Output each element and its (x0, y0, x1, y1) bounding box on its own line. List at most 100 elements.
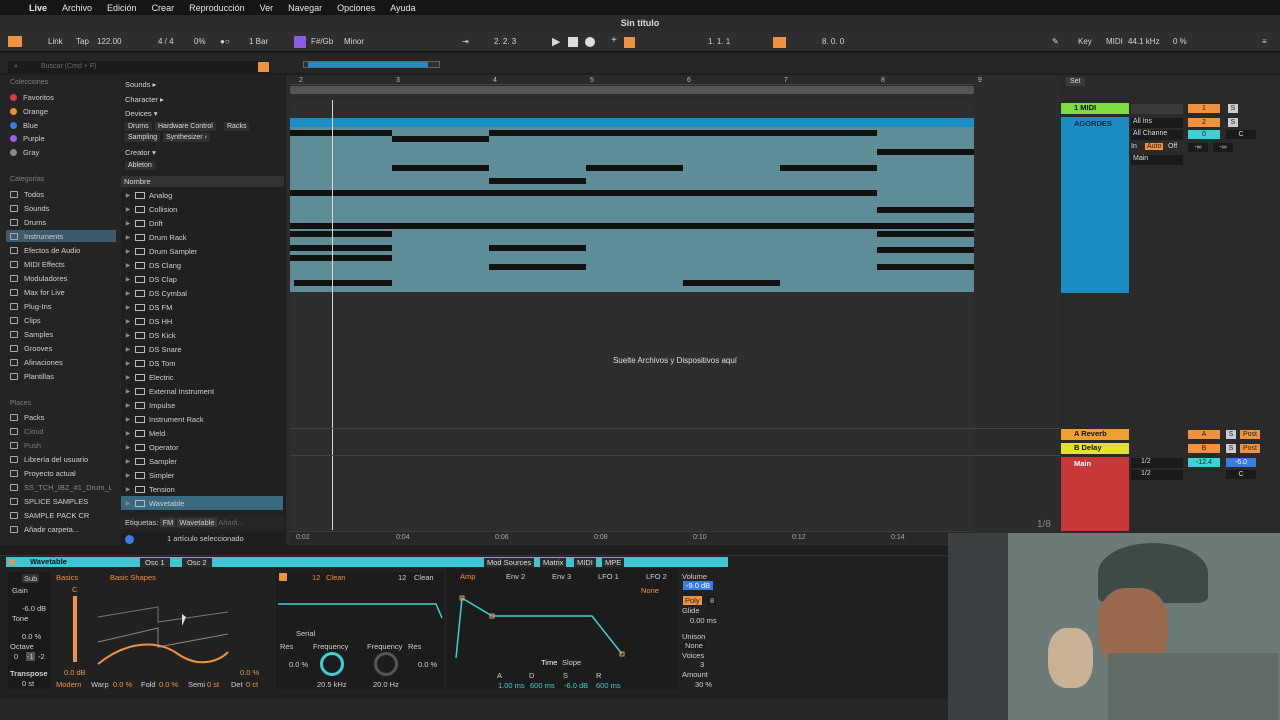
signature-field[interactable]: 4 / 4 (158, 37, 174, 46)
midi-note[interactable] (877, 247, 974, 253)
overdub-icon[interactable]: + (611, 35, 617, 46)
collection-orange[interactable]: Orange (10, 107, 120, 116)
midi-note[interactable] (290, 223, 392, 229)
transpose-value[interactable]: 0 st (22, 679, 34, 688)
expand-arrow-icon[interactable]: ▶ (121, 276, 131, 283)
list-item[interactable]: ▶ DS Kick (121, 328, 283, 342)
solo-return-a[interactable]: S (1226, 430, 1236, 439)
list-item[interactable]: ▶ Simpler (121, 468, 283, 482)
record-icon[interactable] (585, 37, 595, 47)
return-a-reverb[interactable]: A Reverb (1061, 429, 1129, 440)
info-icon[interactable] (125, 535, 134, 544)
tag-synthesizer[interactable]: Synthesizer › (163, 133, 210, 142)
set-button[interactable]: Set (1066, 77, 1085, 86)
output-select[interactable]: Main (1131, 155, 1183, 165)
tab-mod-sources[interactable]: Mod Sources (484, 558, 535, 567)
menu-navegar[interactable]: Navegar (288, 3, 322, 13)
category-instruments[interactable]: Instruments (6, 230, 116, 242)
attack-value[interactable]: 1.00 ms (498, 681, 525, 690)
track-1-number[interactable]: 1 (1188, 104, 1220, 113)
fold-value[interactable]: 0.0 % (159, 680, 178, 689)
midi-map-button[interactable]: MIDI (1106, 37, 1123, 46)
track-1-midi[interactable]: 1 MIDI (1061, 103, 1129, 114)
midi-note[interactable] (586, 190, 683, 196)
midi-note[interactable] (489, 245, 586, 251)
place-current-project[interactable]: Proyecto actual (10, 469, 120, 478)
collection-gray[interactable]: Gray (10, 148, 120, 157)
glide-value[interactable]: 0.00 ms (690, 616, 717, 625)
list-item[interactable]: ▶ DS Clang (121, 258, 283, 272)
tag-add[interactable]: Añadi... (218, 518, 243, 527)
filter-routing[interactable]: Serial (296, 629, 315, 638)
list-item-selected[interactable]: ▶ Wavetable (121, 496, 283, 510)
solo-button-2[interactable]: S (1228, 118, 1238, 127)
filter-devices[interactable]: Devices ▾ (125, 109, 158, 118)
freq2-value[interactable]: 20.0 Hz (373, 680, 399, 689)
stop-icon[interactable] (568, 37, 578, 47)
midi-clip[interactable] (290, 127, 974, 292)
osc-gain-fader[interactable] (73, 596, 77, 662)
category-audio-effects[interactable]: Efectos de Audio (10, 246, 120, 255)
amount-value[interactable]: 30 % (695, 680, 712, 689)
midi-note[interactable] (586, 165, 683, 171)
channel-select[interactable]: All Channe (1131, 130, 1183, 140)
volume-value[interactable]: -9.0 dB (683, 581, 714, 590)
midi-note[interactable] (780, 130, 877, 136)
track-pan[interactable]: C (1226, 130, 1256, 139)
tab-osc1[interactable]: Osc 1 (140, 558, 170, 567)
tab-amp[interactable]: Amp (460, 572, 475, 581)
freq-knob[interactable] (320, 652, 344, 676)
post-button-b[interactable]: Post (1240, 444, 1260, 453)
expand-arrow-icon[interactable]: ▶ (121, 290, 131, 297)
place-push[interactable]: Push (10, 441, 120, 450)
category-drums[interactable]: Drums (10, 218, 120, 227)
device-power-icon[interactable] (9, 559, 15, 565)
sub-label[interactable]: Sub (22, 574, 40, 583)
tab-env3[interactable]: Env 3 (552, 572, 571, 581)
return-a-button[interactable]: A (1188, 430, 1220, 439)
octave-minus1[interactable]: -1 (26, 652, 35, 661)
expand-arrow-icon[interactable]: ▶ (121, 500, 131, 507)
loop-start[interactable]: 1. 1. 1 (708, 37, 730, 46)
time-ruler[interactable]: 0:02 0:04 0:06 0:08 0:10 0:12 0:14 (290, 531, 974, 543)
midi-note[interactable] (877, 264, 974, 270)
menu-archivo[interactable]: Archivo (62, 3, 92, 13)
list-item[interactable]: ▶ Analog (121, 188, 283, 202)
play-icon[interactable]: ▶ (552, 35, 560, 48)
tag-fm[interactable]: FM (160, 518, 176, 527)
filter2-slope[interactable]: 12 (398, 573, 406, 582)
place-user-library[interactable]: Librería del usuario (10, 455, 120, 464)
octave-minus2[interactable]: -2 (38, 652, 45, 661)
tag-wavetable[interactable]: Wavetable (177, 518, 217, 527)
poly-button[interactable]: Poly (683, 596, 702, 605)
midi-note[interactable] (780, 223, 877, 229)
tag-sampling[interactable]: Sampling (125, 133, 161, 142)
expand-arrow-icon[interactable]: ▶ (121, 332, 131, 339)
filter-sounds[interactable]: Sounds ▸ (125, 80, 156, 89)
category-midi-effects[interactable]: MIDI Effects (10, 260, 120, 269)
category-plugins[interactable]: Plug-Ins (10, 302, 120, 311)
expand-arrow-icon[interactable]: ▶ (121, 444, 131, 451)
expand-arrow-icon[interactable]: ▶ (121, 234, 131, 241)
expand-arrow-icon[interactable]: ▶ (121, 192, 131, 199)
midi-note[interactable] (392, 136, 489, 142)
place-cloud[interactable]: Cloud (10, 427, 120, 436)
list-item[interactable]: ▶ Collision (121, 202, 283, 216)
tab-matrix[interactable]: Matrix (540, 558, 567, 567)
wavetable-display[interactable] (88, 592, 238, 672)
place-packs[interactable]: Packs (10, 413, 120, 422)
tag-drums[interactable]: Drums (125, 122, 152, 131)
expand-arrow-icon[interactable]: ▶ (121, 416, 131, 423)
place-sample-pack[interactable]: SAMPLE PACK CR (10, 511, 120, 520)
midi-note[interactable] (683, 223, 780, 229)
list-item[interactable]: ▶ DS Clap (121, 272, 283, 286)
poly-voices[interactable]: 8 (708, 596, 717, 605)
menu-lines-icon[interactable]: ≡ (1262, 37, 1267, 46)
res2-value[interactable]: 0.0 % (418, 660, 437, 669)
input-select[interactable]: All Ins (1131, 118, 1183, 128)
expand-arrow-icon[interactable]: ▶ (121, 486, 131, 493)
name-column-header[interactable]: Nombre (121, 176, 284, 187)
midi-note[interactable] (392, 223, 489, 229)
tab-lfo1[interactable]: LFO 1 (598, 572, 619, 581)
filter1-type[interactable]: Clean (326, 573, 346, 582)
